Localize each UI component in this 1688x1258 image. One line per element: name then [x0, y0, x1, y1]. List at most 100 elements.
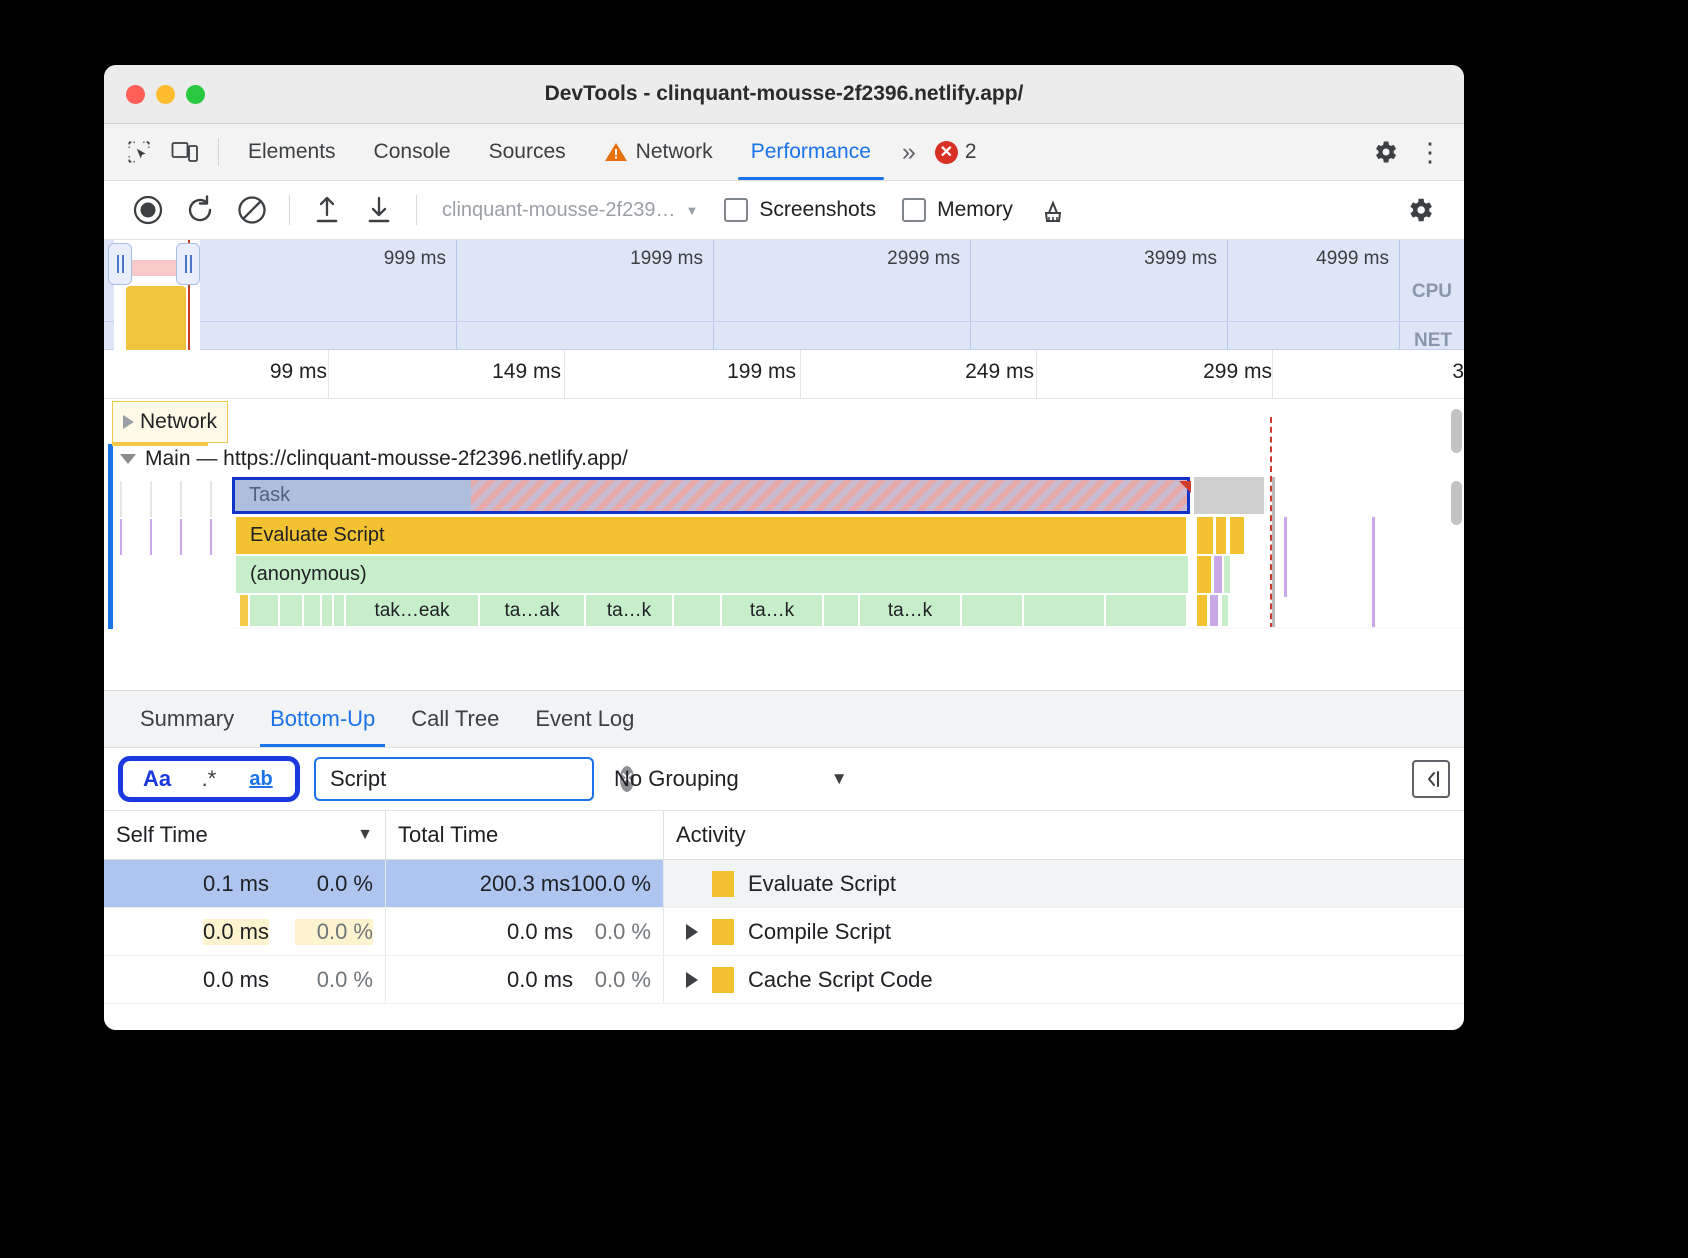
- tab-sources[interactable]: Sources: [470, 124, 585, 180]
- column-header-activity[interactable]: Activity: [664, 811, 1464, 859]
- more-options-kebab-icon[interactable]: ⋮: [1412, 139, 1448, 165]
- table-row[interactable]: 0.1 ms 0.0 % 200.3 ms 100.0 % Evaluate S…: [104, 860, 1464, 908]
- timeline-overview[interactable]: 999 ms 1999 ms 2999 ms 3999 ms 4999 ms C…: [104, 240, 1464, 350]
- total-time-percent: 0.0 %: [594, 966, 651, 992]
- cell-self-time: 0.0 ms 0.0 %: [104, 956, 386, 1003]
- use-regex-button[interactable]: .*: [183, 760, 235, 798]
- toggle-sidebar-button[interactable]: [1412, 760, 1450, 798]
- table-row[interactable]: 0.0 ms 0.0 % 0.0 ms 0.0 % Cache Script C…: [104, 956, 1464, 1004]
- tab-elements[interactable]: Elements: [229, 124, 355, 180]
- capture-settings-gear-icon[interactable]: [1394, 188, 1446, 232]
- save-profile-button[interactable]: [353, 188, 405, 232]
- clear-recording-button[interactable]: [226, 188, 278, 232]
- chevron-down-icon: ▼: [830, 769, 848, 788]
- tab-summary[interactable]: Summary: [122, 691, 252, 747]
- tab-event-log[interactable]: Event Log: [517, 691, 652, 747]
- flame-bar-subtask-1[interactable]: ta…ak: [480, 595, 585, 626]
- recording-selector-dropdown[interactable]: clinquant-mousse-2f239… ▼: [442, 199, 698, 222]
- flame-bar-mini[interactable]: [240, 595, 249, 626]
- column-header-total-time[interactable]: Total Time: [386, 811, 664, 859]
- grouping-dropdown[interactable]: No Grouping ▼: [614, 766, 848, 792]
- flame-bar-mini[interactable]: [1197, 556, 1211, 593]
- self-time-value: 0.0 ms: [202, 918, 269, 945]
- reload-and-record-button[interactable]: [174, 188, 226, 232]
- flamechart[interactable]: Network Main — https://clinquant-mousse-…: [104, 399, 1464, 629]
- match-whole-word-button[interactable]: ab: [235, 760, 287, 798]
- ruler-tick-0: 99 ms: [269, 360, 327, 383]
- settings-gear-icon[interactable]: [1362, 132, 1408, 172]
- network-track-header[interactable]: Network: [112, 401, 229, 443]
- toolbar-divider: [289, 195, 290, 225]
- network-track-label: Network: [140, 410, 218, 433]
- flame-bar-gray-cluster[interactable]: [1194, 477, 1264, 514]
- expand-triangle-icon[interactable]: [686, 971, 698, 988]
- overview-left-handle[interactable]: [108, 243, 132, 285]
- flame-bar-mini[interactable]: [1210, 595, 1218, 626]
- error-count-badge[interactable]: ✕ 2: [925, 140, 987, 164]
- flame-bar-mini[interactable]: [1222, 595, 1228, 626]
- search-input[interactable]: [328, 765, 620, 793]
- load-profile-button[interactable]: [301, 188, 353, 232]
- flame-bar-anonymous[interactable]: (anonymous): [236, 556, 1188, 593]
- close-window-button[interactable]: [126, 84, 145, 104]
- flame-bar-mini[interactable]: [962, 595, 1023, 626]
- tab-performance[interactable]: Performance: [732, 124, 890, 180]
- error-count-label: 2: [964, 140, 977, 163]
- tabbar-right-controls: ⋮: [1362, 132, 1452, 172]
- flame-bar-mini[interactable]: [674, 595, 721, 626]
- flamechart-scrollbar-thumb-2[interactable]: [1451, 481, 1462, 525]
- column-header-self-time[interactable]: Self Time ▼: [104, 811, 386, 859]
- more-tabs-chevron-icon[interactable]: »: [890, 138, 925, 167]
- nav-marker-line: [1270, 417, 1274, 629]
- flame-bar-mini[interactable]: [1230, 517, 1244, 554]
- flame-bar-mini[interactable]: [280, 595, 303, 626]
- flame-bar-mini[interactable]: [322, 595, 333, 626]
- flame-bar-mini[interactable]: [334, 595, 345, 626]
- flame-bar-subtask-0[interactable]: tak…eak: [346, 595, 479, 626]
- devtools-window: DevTools - clinquant-mousse-2f2396.netli…: [104, 65, 1464, 1030]
- column-header-activity-label: Activity: [676, 822, 746, 847]
- flame-bar-subtask-4[interactable]: ta…k: [860, 595, 961, 626]
- match-case-button[interactable]: Aa: [131, 760, 183, 798]
- flame-bar-mini[interactable]: [1284, 517, 1287, 597]
- memory-checkbox[interactable]: Memory: [902, 198, 1013, 222]
- expand-triangle-icon[interactable]: [686, 923, 698, 940]
- flame-bar-mini[interactable]: [1216, 517, 1226, 554]
- flame-bar-mini[interactable]: [250, 595, 279, 626]
- tab-network[interactable]: Network: [585, 124, 732, 180]
- table-row[interactable]: 0.0 ms 0.0 % 0.0 ms 0.0 % Compile Script: [104, 908, 1464, 956]
- flame-bar-subtask-3[interactable]: ta…k: [722, 595, 823, 626]
- collapse-triangle-icon: [120, 454, 136, 464]
- collect-garbage-button[interactable]: [1027, 188, 1079, 232]
- device-toolbar-icon[interactable]: [162, 132, 208, 172]
- flame-bar-mini[interactable]: [1372, 517, 1375, 627]
- maximize-window-button[interactable]: [186, 84, 205, 104]
- flame-bar-evaluate-script[interactable]: Evaluate Script: [236, 517, 1186, 554]
- flame-bar-mini[interactable]: [1224, 556, 1230, 593]
- flame-bar-mini[interactable]: [304, 595, 321, 626]
- flame-bar-mini[interactable]: [1214, 556, 1222, 593]
- search-options-group: Aa .* ab: [118, 756, 300, 802]
- screenshots-checkbox[interactable]: Screenshots: [724, 198, 876, 222]
- flame-bar-mini[interactable]: [824, 595, 859, 626]
- ruler-tick-1: 149 ms: [492, 360, 561, 383]
- inspect-element-icon[interactable]: [116, 132, 162, 172]
- flame-bar-subtask-2[interactable]: ta…k: [586, 595, 673, 626]
- flame-bar-mini[interactable]: [1106, 595, 1187, 626]
- flame-bar-mini[interactable]: [1024, 595, 1105, 626]
- overview-right-handle[interactable]: [176, 243, 200, 285]
- window-controls[interactable]: [126, 84, 205, 104]
- flamechart-scrollbar-thumb[interactable]: [1451, 409, 1462, 453]
- main-track-header[interactable]: Main — https://clinquant-mousse-2f2396.n…: [120, 447, 628, 471]
- filter-search-box[interactable]: ✕: [314, 757, 635, 801]
- flame-bar-mini[interactable]: [1197, 595, 1207, 626]
- record-button[interactable]: [122, 188, 174, 232]
- toolbar-divider: [218, 138, 219, 166]
- flame-bar-mini[interactable]: [1197, 517, 1213, 554]
- tab-console[interactable]: Console: [355, 124, 470, 180]
- cell-activity: Cache Script Code: [664, 956, 1464, 1003]
- tab-bottom-up[interactable]: Bottom-Up: [252, 691, 393, 747]
- flame-bar-task[interactable]: Task: [232, 477, 1190, 514]
- tab-call-tree[interactable]: Call Tree: [393, 691, 517, 747]
- minimize-window-button[interactable]: [156, 84, 175, 104]
